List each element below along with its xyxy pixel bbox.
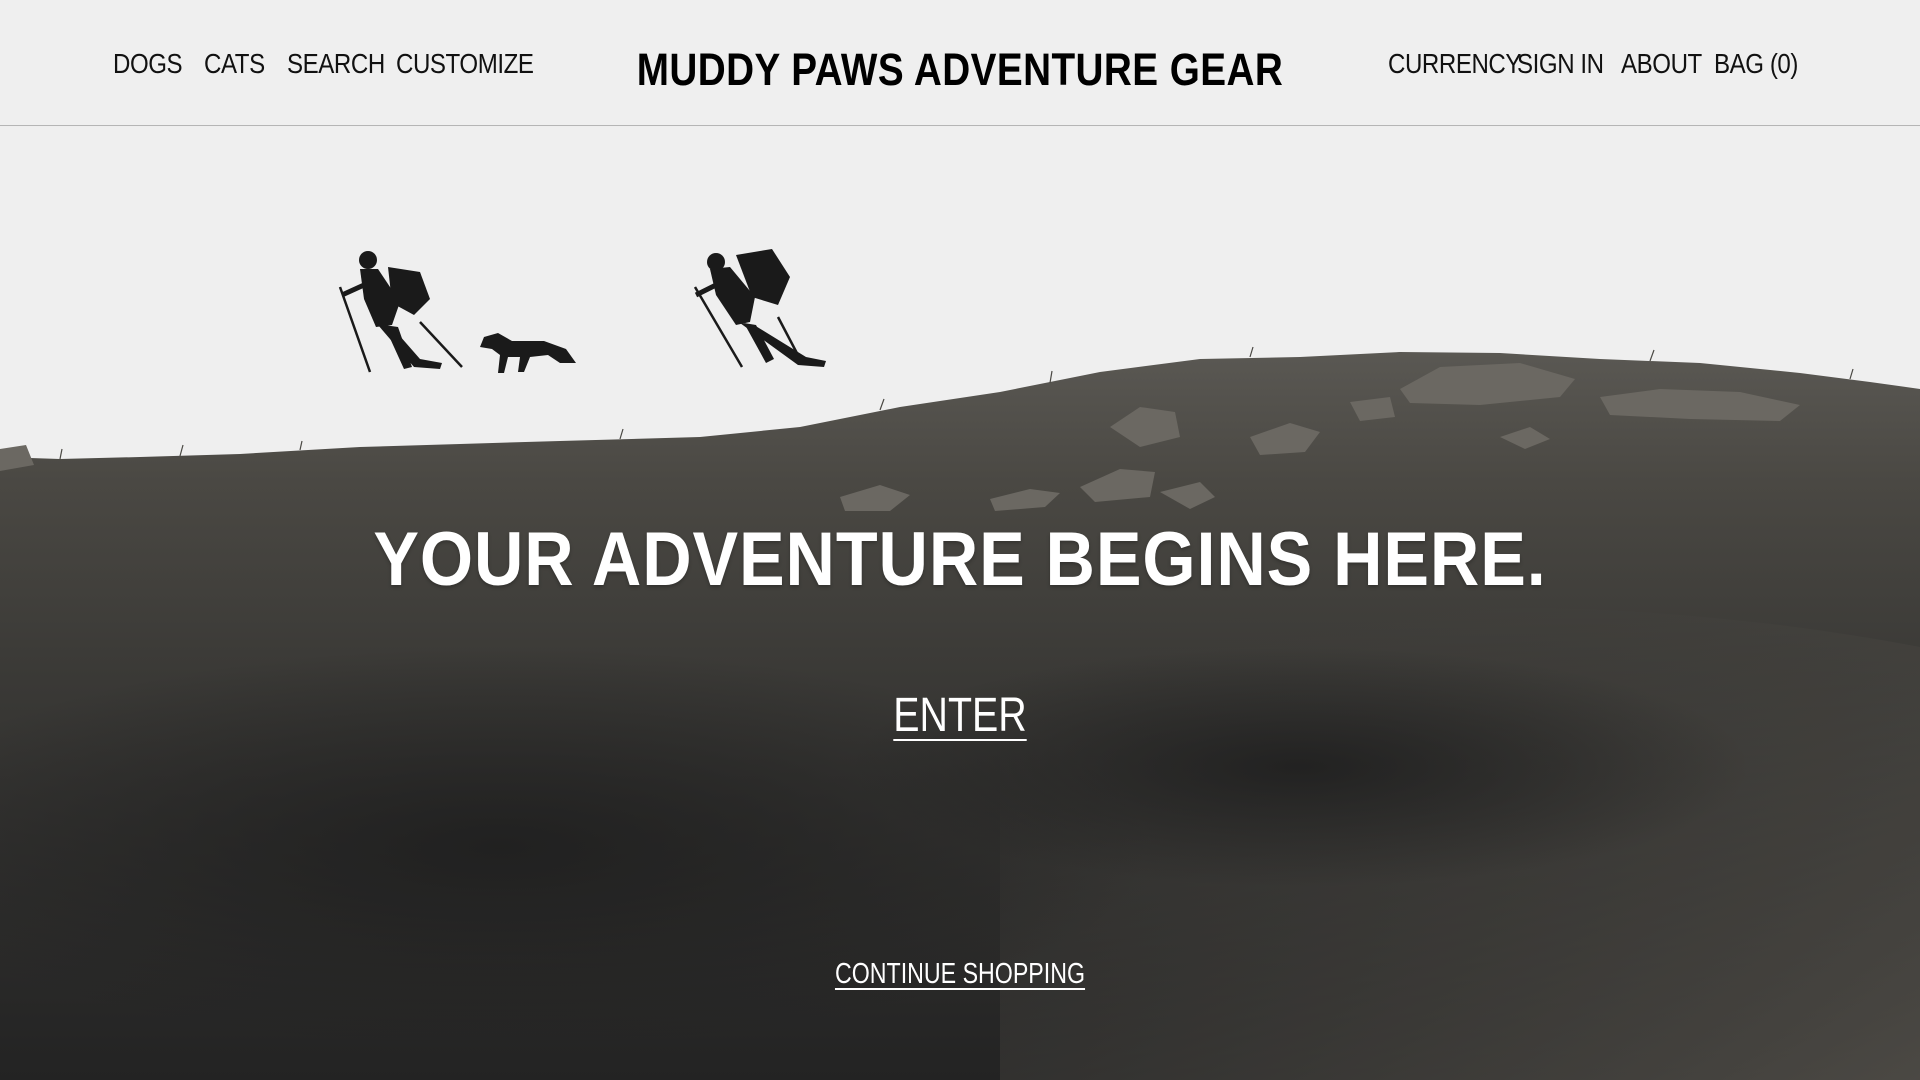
nav-about[interactable]: ABOUT	[1621, 50, 1702, 78]
nav-currency[interactable]: CURRENCY	[1388, 50, 1521, 78]
site-header: DOGS CATS SEARCH CUSTOMIZE MUDDY PAWS AD…	[0, 0, 1920, 126]
hero-banner: YOUR ADVENTURE BEGINS HERE. ENTER CONTIN…	[0, 127, 1920, 1080]
hero-photo	[0, 127, 1920, 1080]
nav-customize[interactable]: CUSTOMIZE	[396, 50, 534, 78]
continue-shopping-link[interactable]: CONTINUE SHOPPING	[835, 960, 1085, 989]
shadow-patch	[850, 647, 1750, 887]
nav-dogs[interactable]: DOGS	[113, 50, 183, 78]
nav-bag[interactable]: BAG (0)	[1714, 50, 1798, 78]
nav-sign-in[interactable]: SIGN IN	[1517, 50, 1604, 78]
enter-link[interactable]: ENTER	[893, 692, 1026, 740]
brand-logo[interactable]: MUDDY PAWS ADVENTURE GEAR	[637, 47, 1283, 92]
nav-cats[interactable]: CATS	[204, 50, 265, 78]
hero-headline: YOUR ADVENTURE BEGINS HERE.	[373, 517, 1547, 602]
nav-search[interactable]: SEARCH	[287, 50, 385, 78]
